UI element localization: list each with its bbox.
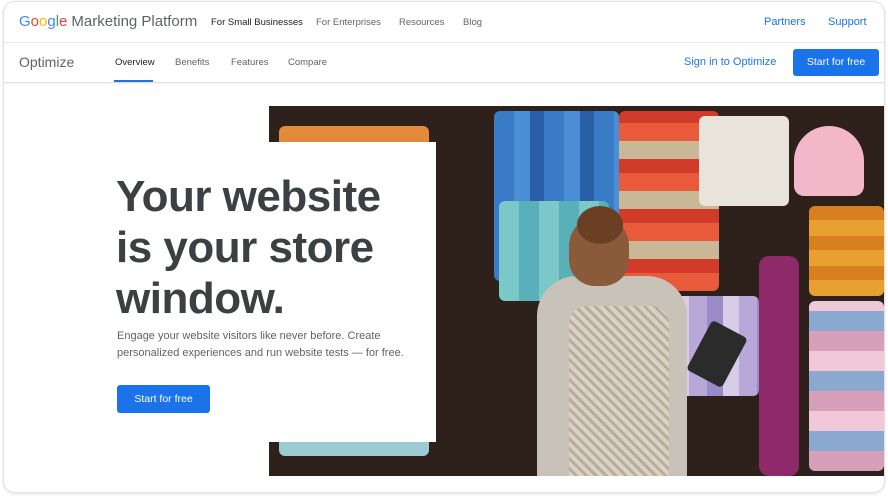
scarf xyxy=(759,256,799,476)
logo-letter: G xyxy=(19,13,31,30)
knit-hat xyxy=(794,126,864,196)
nav-resources[interactable]: Resources xyxy=(399,17,444,28)
google-marketing-platform-logo[interactable]: Google Marketing Platform xyxy=(19,13,197,30)
product-name[interactable]: Optimize xyxy=(19,54,74,70)
shopper-hair xyxy=(577,206,623,244)
logo-letter: e xyxy=(59,13,68,30)
browser-viewport: Google Marketing Platform For Small Busin… xyxy=(3,1,885,493)
logo-letter: o xyxy=(30,13,40,30)
shopper-lace-back xyxy=(569,306,669,476)
active-tab-indicator xyxy=(114,80,153,82)
partners-link[interactable]: Partners xyxy=(764,16,806,28)
yarn-stack-orange xyxy=(809,206,884,296)
support-link[interactable]: Support xyxy=(828,16,867,28)
hero-description: Engage your website visitors like never … xyxy=(117,330,404,359)
global-header: Google Marketing Platform For Small Busin… xyxy=(4,2,884,43)
tab-benefits[interactable]: Benefits xyxy=(175,57,209,68)
product-header: Optimize Overview Benefits Features Comp… xyxy=(4,43,884,83)
sign-in-link[interactable]: Sign in to Optimize xyxy=(684,56,776,68)
yarn-stack-white xyxy=(699,116,789,206)
nav-for-small-businesses[interactable]: For Small Businesses xyxy=(211,17,303,28)
nav-for-enterprises[interactable]: For Enterprises xyxy=(316,17,381,28)
start-for-free-button[interactable]: Start for free xyxy=(793,49,879,76)
logo-letter: g xyxy=(47,13,56,30)
yarn-stack-pink xyxy=(809,301,884,471)
hero-headline: Your website is your store window. xyxy=(116,172,381,323)
tab-features[interactable]: Features xyxy=(231,57,269,68)
tab-compare[interactable]: Compare xyxy=(288,57,327,68)
hero-start-for-free-button[interactable]: Start for free xyxy=(117,385,210,413)
logo-text: Marketing Platform xyxy=(71,13,198,30)
tab-overview[interactable]: Overview xyxy=(115,57,155,68)
nav-blog[interactable]: Blog xyxy=(463,17,482,28)
